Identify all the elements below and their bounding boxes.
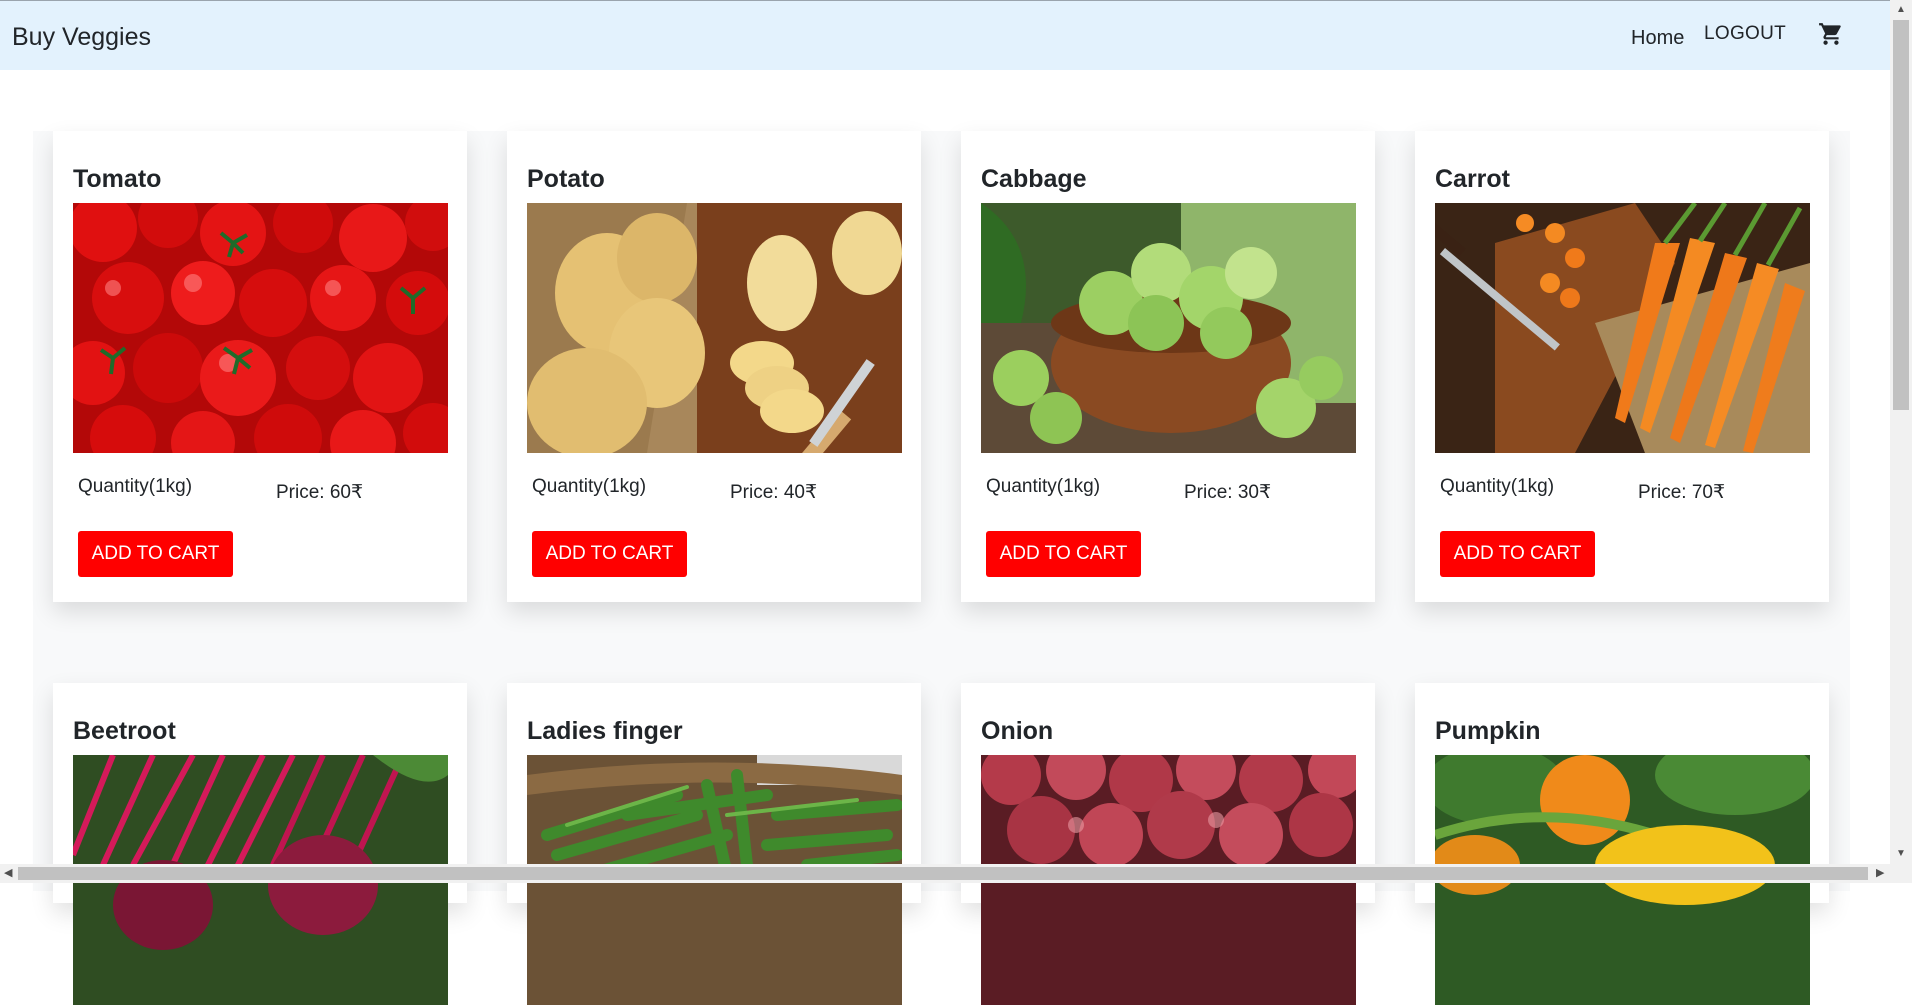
add-to-cart-button[interactable]: ADD TO CART (1440, 531, 1595, 577)
product-card-tomato: Tomato Quantity(1kg) Price: 60₹ ADD TO C… (53, 131, 467, 602)
scroll-down-arrow-icon[interactable]: ▼ (1896, 848, 1906, 859)
product-name: Potato (527, 165, 605, 193)
potato-image (527, 203, 902, 453)
product-card-cabbage: Cabbage Quantity(1kg) Price: 30₹ ADD TO … (961, 131, 1375, 602)
product-name: Beetroot (73, 717, 176, 745)
product-name: Onion (981, 717, 1054, 745)
product-card-carrot: Carrot Quantity(1kg) Price: 70₹ ADD TO C… (1415, 131, 1829, 602)
product-card-potato: Potato Quantity(1kg) Price: 40₹ ADD TO C… (507, 131, 921, 602)
product-quantity: Quantity(1kg) (1440, 476, 1555, 497)
product-name: Cabbage (981, 165, 1087, 193)
navbar: Buy Veggies Home LOGOUT (0, 0, 1890, 70)
product-price: Price: 40₹ (730, 482, 818, 503)
product-price: Price: 30₹ (1184, 482, 1272, 503)
nav-home-link[interactable]: Home (1631, 27, 1684, 50)
brand-title[interactable]: Buy Veggies (12, 23, 151, 52)
product-name: Pumpkin (1435, 717, 1541, 745)
scroll-right-arrow-icon[interactable]: ▶ (1876, 866, 1884, 879)
carrot-image (1435, 203, 1810, 453)
horizontal-scroll-thumb[interactable] (18, 867, 1868, 880)
product-quantity: Quantity(1kg) (78, 476, 193, 497)
add-to-cart-button[interactable]: ADD TO CART (78, 531, 233, 577)
vertical-scrollbar[interactable]: ▲ ▼ (1890, 0, 1912, 883)
product-price: Price: 70₹ (1638, 482, 1726, 503)
cabbage-image (981, 203, 1356, 453)
product-quantity: Quantity(1kg) (986, 476, 1101, 497)
product-quantity: Quantity(1kg) (532, 476, 647, 497)
product-name: Ladies finger (527, 717, 683, 745)
vertical-scroll-thumb[interactable] (1893, 20, 1909, 410)
scroll-up-arrow-icon[interactable]: ▲ (1896, 4, 1906, 15)
product-name: Tomato (73, 165, 162, 193)
add-to-cart-button[interactable]: ADD TO CART (986, 531, 1141, 577)
product-price: Price: 60₹ (276, 482, 364, 503)
tomato-image (73, 203, 448, 453)
horizontal-scrollbar[interactable]: ◀ ▶ (0, 864, 1890, 883)
product-name: Carrot (1435, 165, 1511, 193)
shopping-cart-icon[interactable] (1818, 21, 1844, 47)
scroll-left-arrow-icon[interactable]: ◀ (4, 866, 12, 879)
nav-logout-link[interactable]: LOGOUT (1704, 23, 1786, 45)
add-to-cart-button[interactable]: ADD TO CART (532, 531, 687, 577)
